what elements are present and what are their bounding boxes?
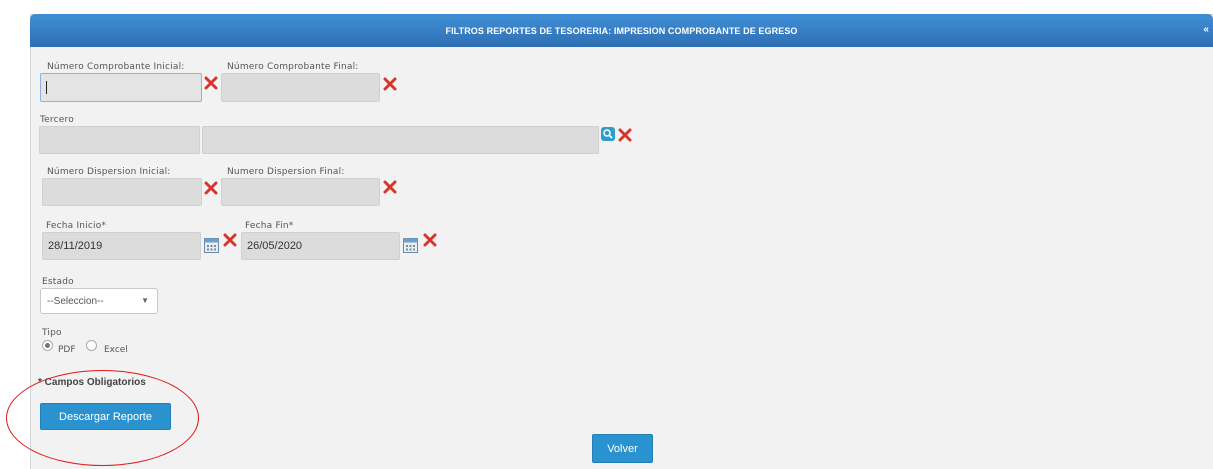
radio-pdf-label: PDF	[58, 345, 76, 355]
chevron-down-icon: ▼	[141, 296, 149, 305]
dispersion-inicial-label: Número Dispersion Inicial:	[47, 167, 171, 177]
panel-header: FILTROS REPORTES DE TESORERIA: IMPRESION…	[30, 14, 1213, 47]
download-report-button[interactable]: Descargar Reporte	[40, 403, 171, 430]
clear-icon[interactable]	[204, 181, 218, 195]
clear-icon[interactable]	[223, 233, 237, 247]
text-caret	[46, 81, 47, 94]
comprobante-final-label: Número Comprobante Final:	[227, 62, 359, 72]
radio-excel[interactable]	[86, 340, 97, 351]
clear-icon[interactable]	[423, 233, 437, 247]
tercero-name-input[interactable]	[202, 126, 599, 154]
calendar-icon[interactable]	[403, 238, 418, 253]
radio-excel-label: Excel	[104, 345, 128, 355]
panel-title: FILTROS REPORTES DE TESORERIA: IMPRESION…	[445, 25, 798, 36]
clear-icon[interactable]	[204, 76, 218, 90]
fecha-fin-value: 26/05/2020	[247, 240, 303, 252]
fecha-inicio-value: 28/11/2019	[48, 240, 103, 252]
tipo-label: Tipo	[42, 328, 62, 338]
fecha-fin-label: Fecha Fin*	[245, 221, 294, 231]
comprobante-inicial-label: Número Comprobante Inicial:	[47, 62, 185, 72]
estado-select[interactable]: --Seleccion-- ▼	[40, 288, 158, 314]
comprobante-final-input[interactable]	[221, 73, 380, 102]
comprobante-inicial-input[interactable]	[40, 73, 202, 102]
calendar-icon[interactable]	[204, 238, 219, 253]
back-button[interactable]: Volver	[592, 434, 653, 463]
tercero-label: Tercero	[40, 115, 74, 125]
fecha-inicio-input[interactable]: 28/11/2019	[42, 232, 201, 260]
dispersion-inicial-input[interactable]	[42, 178, 202, 206]
dispersion-final-input[interactable]	[221, 178, 380, 206]
estado-selected-value: --Seleccion--	[47, 295, 104, 307]
clear-icon[interactable]	[618, 128, 632, 142]
dispersion-final-label: Numero Dispersion Final:	[227, 167, 345, 177]
tercero-code-input[interactable]	[39, 126, 200, 154]
estado-label: Estado	[42, 277, 74, 287]
search-icon[interactable]	[601, 127, 615, 141]
fecha-inicio-label: Fecha Inicio*	[46, 221, 107, 231]
fecha-fin-input[interactable]: 26/05/2020	[241, 232, 400, 260]
collapse-icon[interactable]: «	[1203, 24, 1209, 35]
required-fields-note: * Campos Obligatorios	[38, 377, 146, 388]
clear-icon[interactable]	[383, 77, 397, 91]
clear-icon[interactable]	[383, 180, 397, 194]
radio-pdf[interactable]	[42, 340, 53, 351]
